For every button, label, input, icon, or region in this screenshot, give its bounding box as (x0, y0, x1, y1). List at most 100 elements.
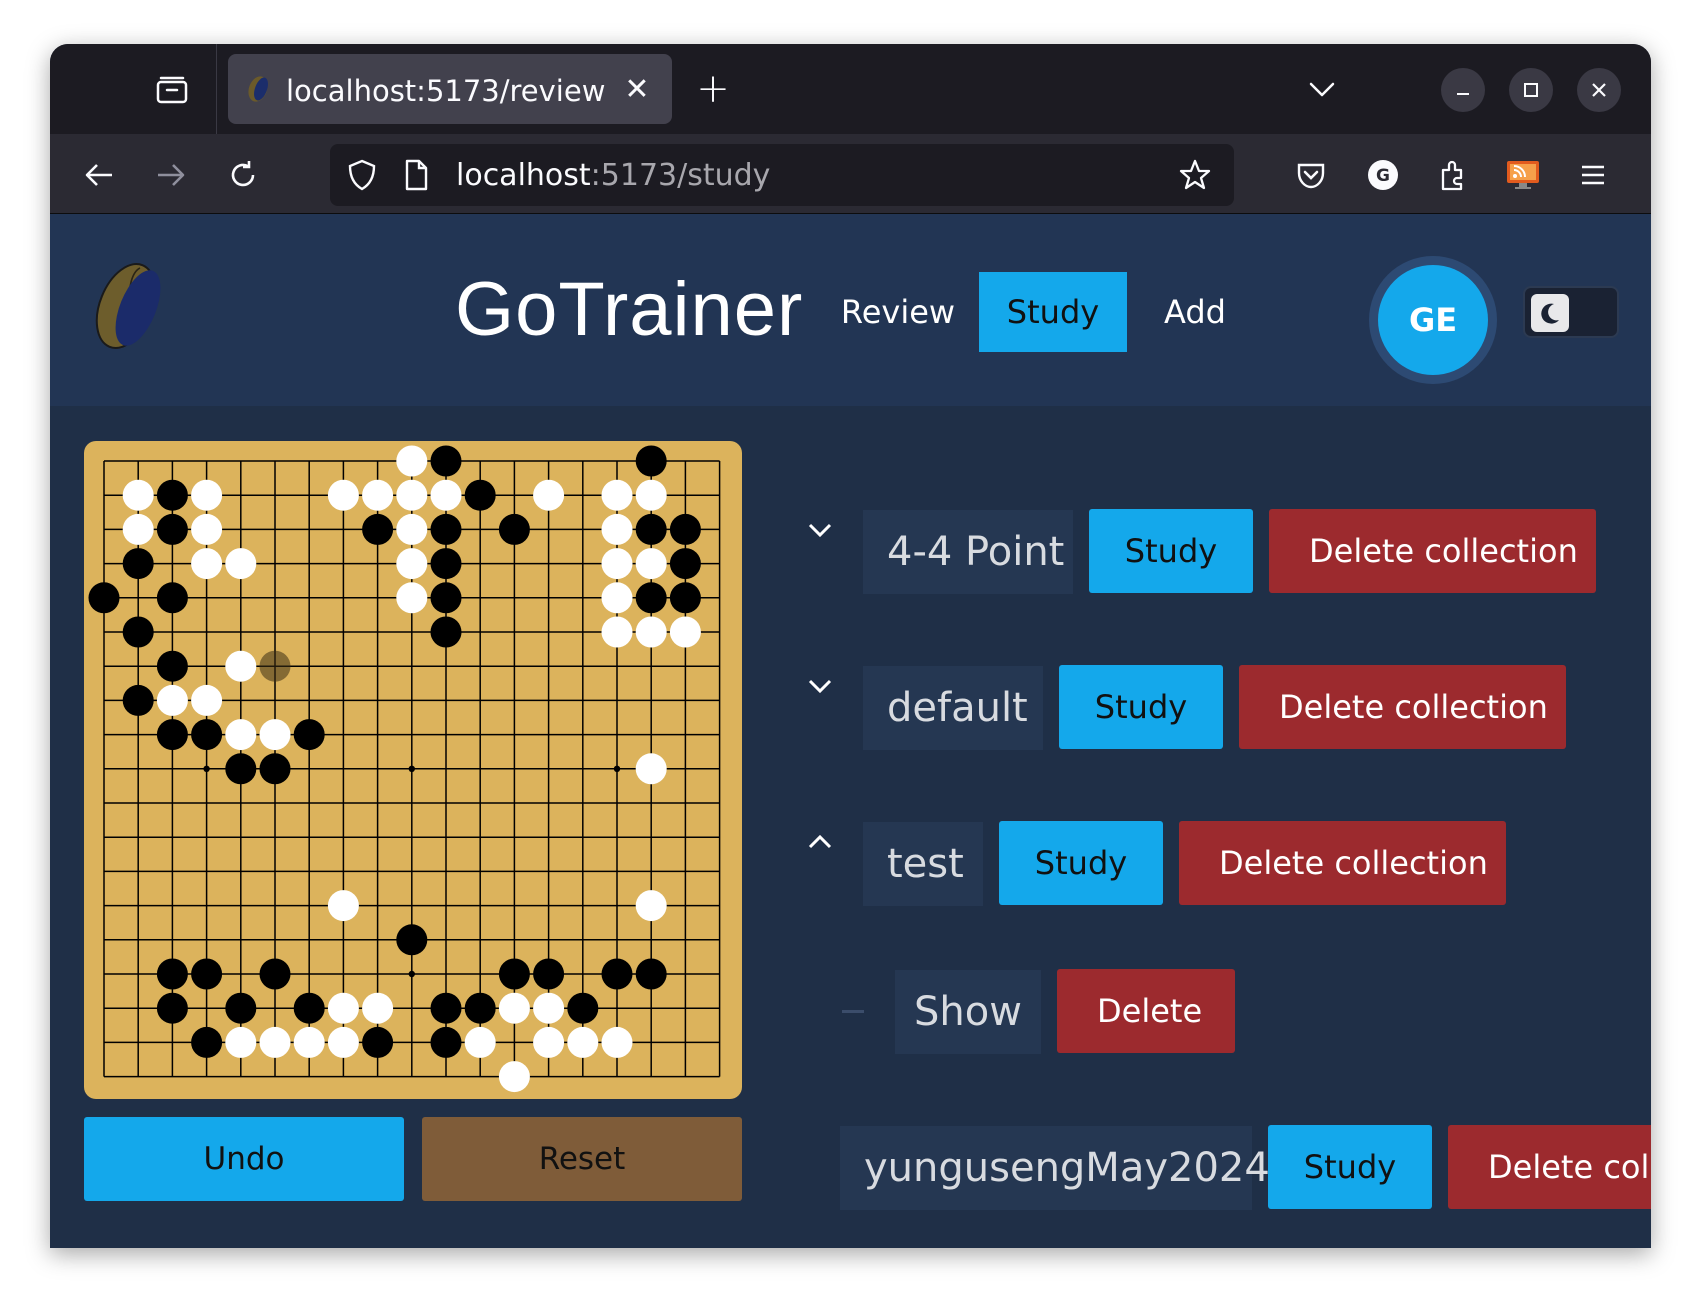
rss-extension-icon[interactable] (1500, 152, 1546, 198)
expand-4-4-point-chevron-down-icon[interactable] (800, 510, 840, 550)
white-stone (259, 719, 291, 751)
collection-name-4-4-point: 4-4 Point (863, 510, 1073, 594)
white-stone (293, 1026, 325, 1058)
white-stone (533, 479, 565, 511)
white-stone (669, 616, 701, 648)
user-avatar: GE (1378, 265, 1488, 375)
new-tab-icon[interactable]: + (690, 66, 736, 112)
hoshi-point (408, 970, 415, 978)
white-stone (635, 548, 667, 580)
pocket-icon[interactable] (1288, 152, 1334, 198)
back-icon[interactable] (76, 152, 122, 198)
white-stone (601, 1026, 633, 1058)
black-stone (156, 992, 188, 1024)
black-stone (191, 958, 223, 990)
white-stone (464, 1026, 496, 1058)
app-brand-title[interactable]: GoTrainer (455, 266, 803, 353)
white-stone (498, 1061, 530, 1093)
white-stone (567, 1026, 599, 1058)
delete-collection-button[interactable]: Delete collection (1269, 509, 1596, 593)
collapse-test-chevron-up-icon[interactable] (800, 822, 840, 862)
white-stone (225, 548, 257, 580)
extensions-icon[interactable] (1430, 152, 1476, 198)
white-stone (533, 992, 565, 1024)
black-stone (669, 548, 701, 580)
maximize-icon[interactable] (1509, 68, 1553, 112)
show-problem-button[interactable]: Show (895, 970, 1041, 1054)
white-stone (635, 890, 667, 922)
white-stone (635, 616, 667, 648)
url-text: localhost:5173/study (456, 158, 770, 193)
black-stone (635, 445, 667, 477)
nav-review-link[interactable]: Review (830, 272, 966, 352)
white-stone (225, 650, 257, 682)
account-g-icon[interactable]: G (1360, 152, 1406, 198)
white-stone (362, 479, 394, 511)
expand-default-chevron-down-icon[interactable] (800, 666, 840, 706)
delete-collection-button[interactable]: Delete collection (1179, 821, 1506, 905)
white-stone (259, 1026, 291, 1058)
page-info-icon[interactable] (402, 158, 430, 192)
black-stone (88, 582, 120, 614)
study-collection-button[interactable]: Study (1059, 665, 1223, 749)
black-stone (156, 719, 188, 751)
list-all-tabs-icon[interactable] (1300, 68, 1344, 112)
reset-button[interactable]: Reset (422, 1117, 742, 1201)
theme-toggle[interactable] (1523, 286, 1619, 338)
url-host: localhost (456, 158, 591, 193)
black-stone (156, 958, 188, 990)
black-stone (259, 958, 291, 990)
nav-study-link[interactable]: Study (979, 272, 1127, 352)
browser-window: localhost:5173/review ✕ + localhost:5173… (50, 44, 1651, 1248)
study-collection-button[interactable]: Study (1089, 509, 1253, 593)
delete-problem-button[interactable]: Delete (1057, 969, 1235, 1053)
white-stone (122, 513, 154, 545)
black-stone (464, 992, 496, 1024)
white-stone (601, 582, 633, 614)
black-stone (396, 924, 428, 956)
black-stone (635, 582, 667, 614)
undo-button[interactable]: Undo (84, 1117, 404, 1201)
black-stone (669, 513, 701, 545)
nav-add-link[interactable]: Add (1140, 272, 1250, 352)
white-stone (601, 479, 633, 511)
black-stone (601, 958, 633, 990)
white-stone (225, 719, 257, 751)
white-stone (122, 479, 154, 511)
item-dash (842, 1010, 864, 1013)
menu-hamburger-icon[interactable] (1570, 152, 1616, 198)
browser-tab-active[interactable]: localhost:5173/review ✕ (228, 54, 672, 124)
minimize-icon[interactable] (1441, 68, 1485, 112)
black-stone (122, 616, 154, 648)
tab-title: localhost:5173/review (286, 74, 606, 108)
close-window-icon[interactable] (1577, 68, 1621, 112)
address-bar[interactable]: localhost:5173/study (330, 144, 1234, 206)
shield-icon[interactable] (346, 158, 378, 192)
tab-strip: localhost:5173/review ✕ + (50, 44, 1651, 134)
tab-close-icon[interactable]: ✕ (618, 70, 656, 108)
hoshi-point (203, 765, 210, 772)
black-stone (225, 753, 257, 785)
hoshi-point (408, 765, 415, 772)
reload-icon[interactable] (220, 152, 266, 198)
gotrainer-logo[interactable] (90, 258, 170, 354)
delete-collection-button[interactable]: Delete colle (1448, 1125, 1651, 1209)
study-collection-button[interactable]: Study (1268, 1125, 1432, 1209)
white-stone (430, 479, 462, 511)
black-stone (533, 958, 565, 990)
study-collection-button[interactable]: Study (999, 821, 1163, 905)
firefox-view-button[interactable] (150, 70, 194, 110)
go-board-grid[interactable] (84, 441, 742, 1099)
black-stone (567, 992, 599, 1024)
black-stone (293, 719, 325, 751)
go-board[interactable] (84, 441, 742, 1099)
black-stone (464, 479, 496, 511)
hoshi-point (613, 765, 621, 772)
black-stone (156, 479, 188, 511)
delete-collection-button[interactable]: Delete collection (1239, 665, 1566, 749)
bookmark-star-icon[interactable] (1178, 158, 1212, 192)
navigation-toolbar: localhost:5173/study G (50, 134, 1651, 214)
avatar-ring[interactable]: GE (1369, 256, 1497, 384)
black-stone (362, 1026, 394, 1058)
forward-icon[interactable] (148, 152, 194, 198)
